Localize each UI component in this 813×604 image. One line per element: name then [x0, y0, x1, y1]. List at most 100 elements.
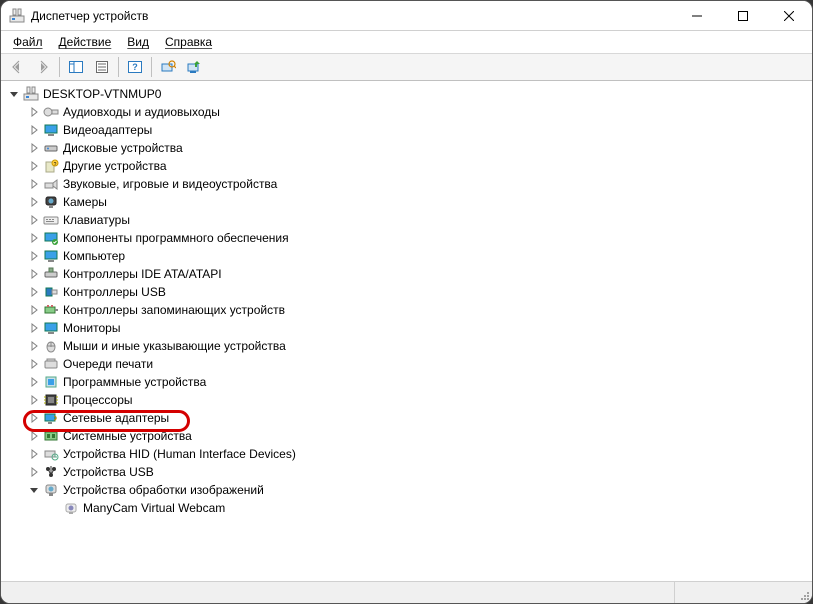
tree-category[interactable]: Очереди печати	[23, 355, 810, 373]
tree-category[interactable]: Контроллеры IDE ATA/ATAPI	[23, 265, 810, 283]
category-icon	[43, 356, 59, 372]
category-icon	[43, 482, 59, 498]
expand-icon[interactable]	[27, 105, 41, 119]
category-icon	[43, 248, 59, 264]
expand-icon[interactable]	[27, 195, 41, 209]
close-button[interactable]	[766, 1, 812, 31]
menu-action[interactable]: Действие	[51, 33, 120, 51]
expand-icon[interactable]	[27, 447, 41, 461]
show-hide-tree-button[interactable]	[64, 55, 88, 79]
tree-category[interactable]: Звуковые, игровые и видеоустройства	[23, 175, 810, 193]
tree-category[interactable]: Мыши и иные указывающие устройства	[23, 337, 810, 355]
tree-device[interactable]: ManyCam Virtual Webcam	[43, 499, 810, 517]
device-label: ManyCam Virtual Webcam	[83, 501, 225, 515]
status-segment	[1, 582, 674, 603]
expand-icon[interactable]	[27, 375, 41, 389]
expand-icon[interactable]	[27, 285, 41, 299]
menu-help[interactable]: Справка	[157, 33, 220, 51]
expand-icon[interactable]	[27, 303, 41, 317]
tree-category[interactable]: Аудиовходы и аудиовыходы	[23, 103, 810, 121]
back-button[interactable]	[5, 55, 29, 79]
category-label: Очереди печати	[63, 357, 153, 371]
tree-category[interactable]: Камеры	[23, 193, 810, 211]
expand-icon[interactable]	[27, 339, 41, 353]
expand-icon[interactable]	[27, 465, 41, 479]
tree-category[interactable]: Процессоры	[23, 391, 810, 409]
category-icon	[43, 176, 59, 192]
tree-category[interactable]: Компоненты программного обеспечения	[23, 229, 810, 247]
expand-icon[interactable]	[27, 429, 41, 443]
category-icon	[43, 122, 59, 138]
toolbar-separator	[118, 57, 119, 77]
expand-icon[interactable]	[27, 159, 41, 173]
expand-icon[interactable]	[27, 357, 41, 371]
device-icon	[63, 500, 79, 516]
tree-category[interactable]: Системные устройства	[23, 427, 810, 445]
expand-icon[interactable]	[27, 213, 41, 227]
category-label: Контроллеры USB	[63, 285, 166, 299]
expand-icon[interactable]	[27, 267, 41, 281]
expand-icon[interactable]	[27, 123, 41, 137]
category-label: Компоненты программного обеспечения	[63, 231, 289, 245]
category-icon	[43, 194, 59, 210]
forward-button[interactable]	[31, 55, 55, 79]
menu-view[interactable]: Вид	[119, 33, 157, 51]
category-label: Системные устройства	[63, 429, 192, 443]
category-icon	[43, 428, 59, 444]
category-label: Другие устройства	[63, 159, 167, 173]
category-icon	[43, 464, 59, 480]
menu-file[interactable]: Файл	[5, 33, 51, 51]
app-icon	[9, 8, 25, 24]
category-label: Компьютер	[63, 249, 125, 263]
expand-icon[interactable]	[27, 249, 41, 263]
expand-icon[interactable]	[27, 321, 41, 335]
properties-button[interactable]	[90, 55, 114, 79]
toolbar-separator	[59, 57, 60, 77]
tree-root[interactable]: DESKTOP-VTNMUP0	[3, 85, 810, 103]
category-icon	[43, 410, 59, 426]
update-driver-button[interactable]	[182, 55, 206, 79]
expand-icon[interactable]	[27, 411, 41, 425]
minimize-button[interactable]	[674, 1, 720, 31]
scan-hardware-button[interactable]	[156, 55, 180, 79]
tree-category[interactable]: Устройства обработки изображений	[23, 481, 810, 499]
tree-category[interactable]: Контроллеры запоминающих устройств	[23, 301, 810, 319]
category-label: Устройства обработки изображений	[63, 483, 264, 497]
category-label: Сетевые адаптеры	[63, 411, 169, 425]
tree-category[interactable]: Компьютер	[23, 247, 810, 265]
category-label: Звуковые, игровые и видеоустройства	[63, 177, 277, 191]
expand-icon[interactable]	[27, 231, 41, 245]
category-label: Мыши и иные указывающие устройства	[63, 339, 286, 353]
category-label: Программные устройства	[63, 375, 206, 389]
tree-category[interactable]: Устройства USB	[23, 463, 810, 481]
device-tree-panel[interactable]: DESKTOP-VTNMUP0 Аудиовходы и аудиовыходы…	[1, 81, 812, 581]
expand-icon[interactable]	[27, 141, 41, 155]
tree-category[interactable]: Мониторы	[23, 319, 810, 337]
tree-category[interactable]: Контроллеры USB	[23, 283, 810, 301]
expand-icon[interactable]	[27, 393, 41, 407]
category-icon	[43, 104, 59, 120]
computer-icon	[23, 86, 39, 102]
tree-category[interactable]: ? Другие устройства	[23, 157, 810, 175]
expand-icon[interactable]	[27, 483, 41, 497]
category-icon	[43, 374, 59, 390]
category-label: Устройства USB	[63, 465, 154, 479]
maximize-button[interactable]	[720, 1, 766, 31]
tree-category[interactable]: Клавиатуры	[23, 211, 810, 229]
category-label: Камеры	[63, 195, 107, 209]
tree-category[interactable]: Сетевые адаптеры	[23, 409, 810, 427]
category-label: Видеоадаптеры	[63, 123, 152, 137]
tree-category[interactable]: Программные устройства	[23, 373, 810, 391]
resize-grip-icon[interactable]	[794, 582, 812, 603]
category-icon: ?	[43, 158, 59, 174]
expand-icon[interactable]	[7, 87, 21, 101]
tree-category[interactable]: Устройства HID (Human Interface Devices)	[23, 445, 810, 463]
expand-icon[interactable]	[27, 177, 41, 191]
help-button[interactable]: ?	[123, 55, 147, 79]
tree-category[interactable]: Видеоадаптеры	[23, 121, 810, 139]
device-manager-window: Диспетчер устройств Файл Действие Вид Сп…	[0, 0, 813, 604]
category-icon	[43, 392, 59, 408]
window-title: Диспетчер устройств	[31, 9, 148, 23]
category-label: Клавиатуры	[63, 213, 130, 227]
tree-category[interactable]: Дисковые устройства	[23, 139, 810, 157]
